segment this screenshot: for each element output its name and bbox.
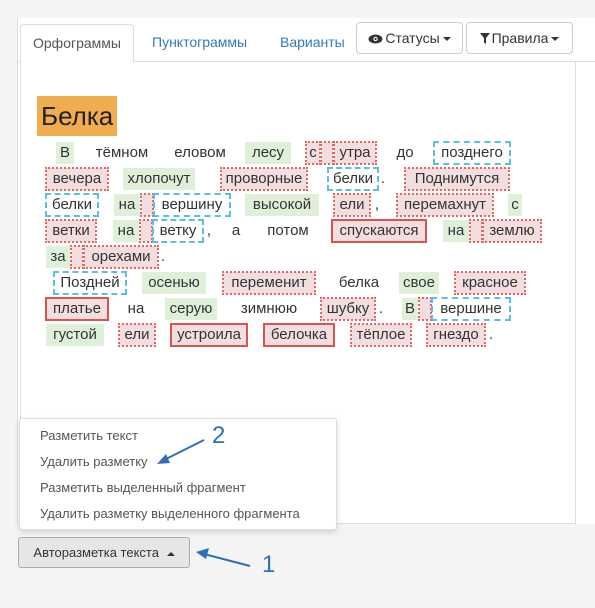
punctuation[interactable]: . — [379, 168, 387, 190]
punctuation[interactable]: . — [159, 246, 167, 268]
word[interactable]: ели — [118, 323, 156, 347]
space-gap[interactable] — [139, 219, 153, 243]
word[interactable]: вечера — [45, 167, 109, 191]
word[interactable]: а — [229, 220, 243, 242]
word[interactable]: на — [125, 298, 147, 320]
space-gap[interactable] — [469, 219, 483, 243]
menu-item-remove-markup[interactable]: Удалить разметку — [40, 452, 148, 472]
word[interactable]: орехами — [83, 245, 159, 269]
word[interactable]: землю — [482, 219, 542, 243]
space-gap[interactable] — [320, 141, 334, 165]
word[interactable]: платье — [45, 297, 109, 321]
punctuation[interactable]: . — [377, 298, 385, 320]
word[interactable]: вершину — [153, 193, 231, 217]
tab-punctograms[interactable]: Пунктограммы — [136, 24, 263, 62]
word[interactable]: с — [305, 141, 321, 165]
menu-item-remove-markup-selection[interactable]: Удалить разметку выделенного фрагмента — [40, 504, 300, 524]
space-gap[interactable] — [418, 297, 432, 321]
tab-variants[interactable]: Варианты — [264, 24, 361, 62]
annotation-number-1: 1 — [262, 551, 276, 578]
auto-markup-menu: Разметить текст Удалить разметку Размети… — [19, 418, 337, 530]
tab-orthograms[interactable]: Орфограммы — [20, 24, 134, 63]
word[interactable]: В — [402, 298, 418, 320]
word[interactable]: тёплое — [350, 323, 412, 347]
word[interactable]: хлопочут — [123, 168, 195, 190]
annotation-number-2: 2 — [212, 422, 226, 449]
space-gap[interactable] — [70, 245, 84, 269]
eye-icon — [368, 24, 383, 54]
word[interactable]: шубку — [320, 297, 376, 321]
auto-markup-label: Авторазметка текста — [33, 545, 159, 560]
word[interactable]: вершине — [431, 297, 511, 321]
word[interactable]: перемахнут — [396, 193, 494, 217]
word[interactable]: за — [46, 246, 70, 268]
word[interactable]: высокой — [245, 194, 319, 216]
punctuation[interactable]: , — [205, 220, 213, 242]
statuses-dropdown[interactable]: Статусы — [356, 22, 463, 54]
word[interactable]: на — [114, 194, 140, 216]
word[interactable]: осенью — [142, 272, 206, 294]
word[interactable]: на — [443, 220, 469, 242]
word[interactable]: густой — [46, 324, 104, 346]
word[interactable]: ветку — [152, 219, 204, 243]
word[interactable]: проворные — [220, 167, 308, 191]
word[interactable]: ветки — [45, 219, 97, 243]
word[interactable]: Поздней — [53, 271, 127, 295]
word[interactable]: зимнюю — [235, 298, 303, 320]
caret-up-icon — [166, 551, 175, 556]
tab-bar: Орфограммы Пунктограммы Варианты Статусы… — [18, 18, 595, 63]
caret-down-icon — [442, 37, 451, 42]
word[interactable]: ели — [333, 193, 371, 217]
word[interactable]: еловом — [171, 142, 229, 164]
menu-item-markup-text[interactable]: Разметить текст — [40, 426, 138, 446]
punctuation[interactable]: , — [373, 194, 381, 216]
word[interactable]: белки — [45, 193, 99, 217]
word[interactable]: серую — [165, 298, 217, 320]
word[interactable]: Поднимутся — [404, 167, 510, 191]
auto-markup-button[interactable]: Авторазметка текста — [18, 537, 190, 568]
rules-dropdown[interactable]: Правила — [466, 22, 573, 54]
word[interactable]: потом — [261, 220, 315, 242]
rules-label: Правила — [491, 30, 549, 46]
punctuation[interactable]: . — [487, 324, 495, 346]
word[interactable]: гнездо — [426, 323, 486, 347]
word[interactable]: свое — [399, 272, 439, 294]
word[interactable]: белочка — [263, 323, 335, 347]
menu-item-markup-selection[interactable]: Разметить выделенный фрагмент — [40, 478, 246, 498]
word[interactable]: на — [113, 220, 139, 242]
word[interactable]: тёмном — [91, 142, 153, 164]
word[interactable]: лесу — [245, 142, 291, 164]
statuses-label: Статусы — [385, 30, 440, 46]
word[interactable]: позднего — [433, 141, 511, 165]
arrow-1-icon — [196, 548, 251, 567]
word[interactable]: В — [56, 142, 74, 164]
word[interactable]: белка — [331, 272, 387, 294]
space-gap[interactable] — [140, 193, 154, 217]
word[interactable]: до — [391, 142, 419, 164]
word[interactable]: переменит — [222, 271, 316, 295]
filter-icon — [479, 24, 490, 54]
word[interactable]: устроила — [170, 323, 248, 347]
word[interactable]: спускаются — [331, 219, 427, 243]
word[interactable]: с — [508, 194, 522, 216]
text-title: Белка — [37, 96, 118, 136]
word[interactable]: белки — [327, 167, 379, 191]
word[interactable]: утра — [333, 141, 377, 165]
word[interactable]: красное — [454, 271, 526, 295]
caret-down-icon — [551, 37, 560, 42]
